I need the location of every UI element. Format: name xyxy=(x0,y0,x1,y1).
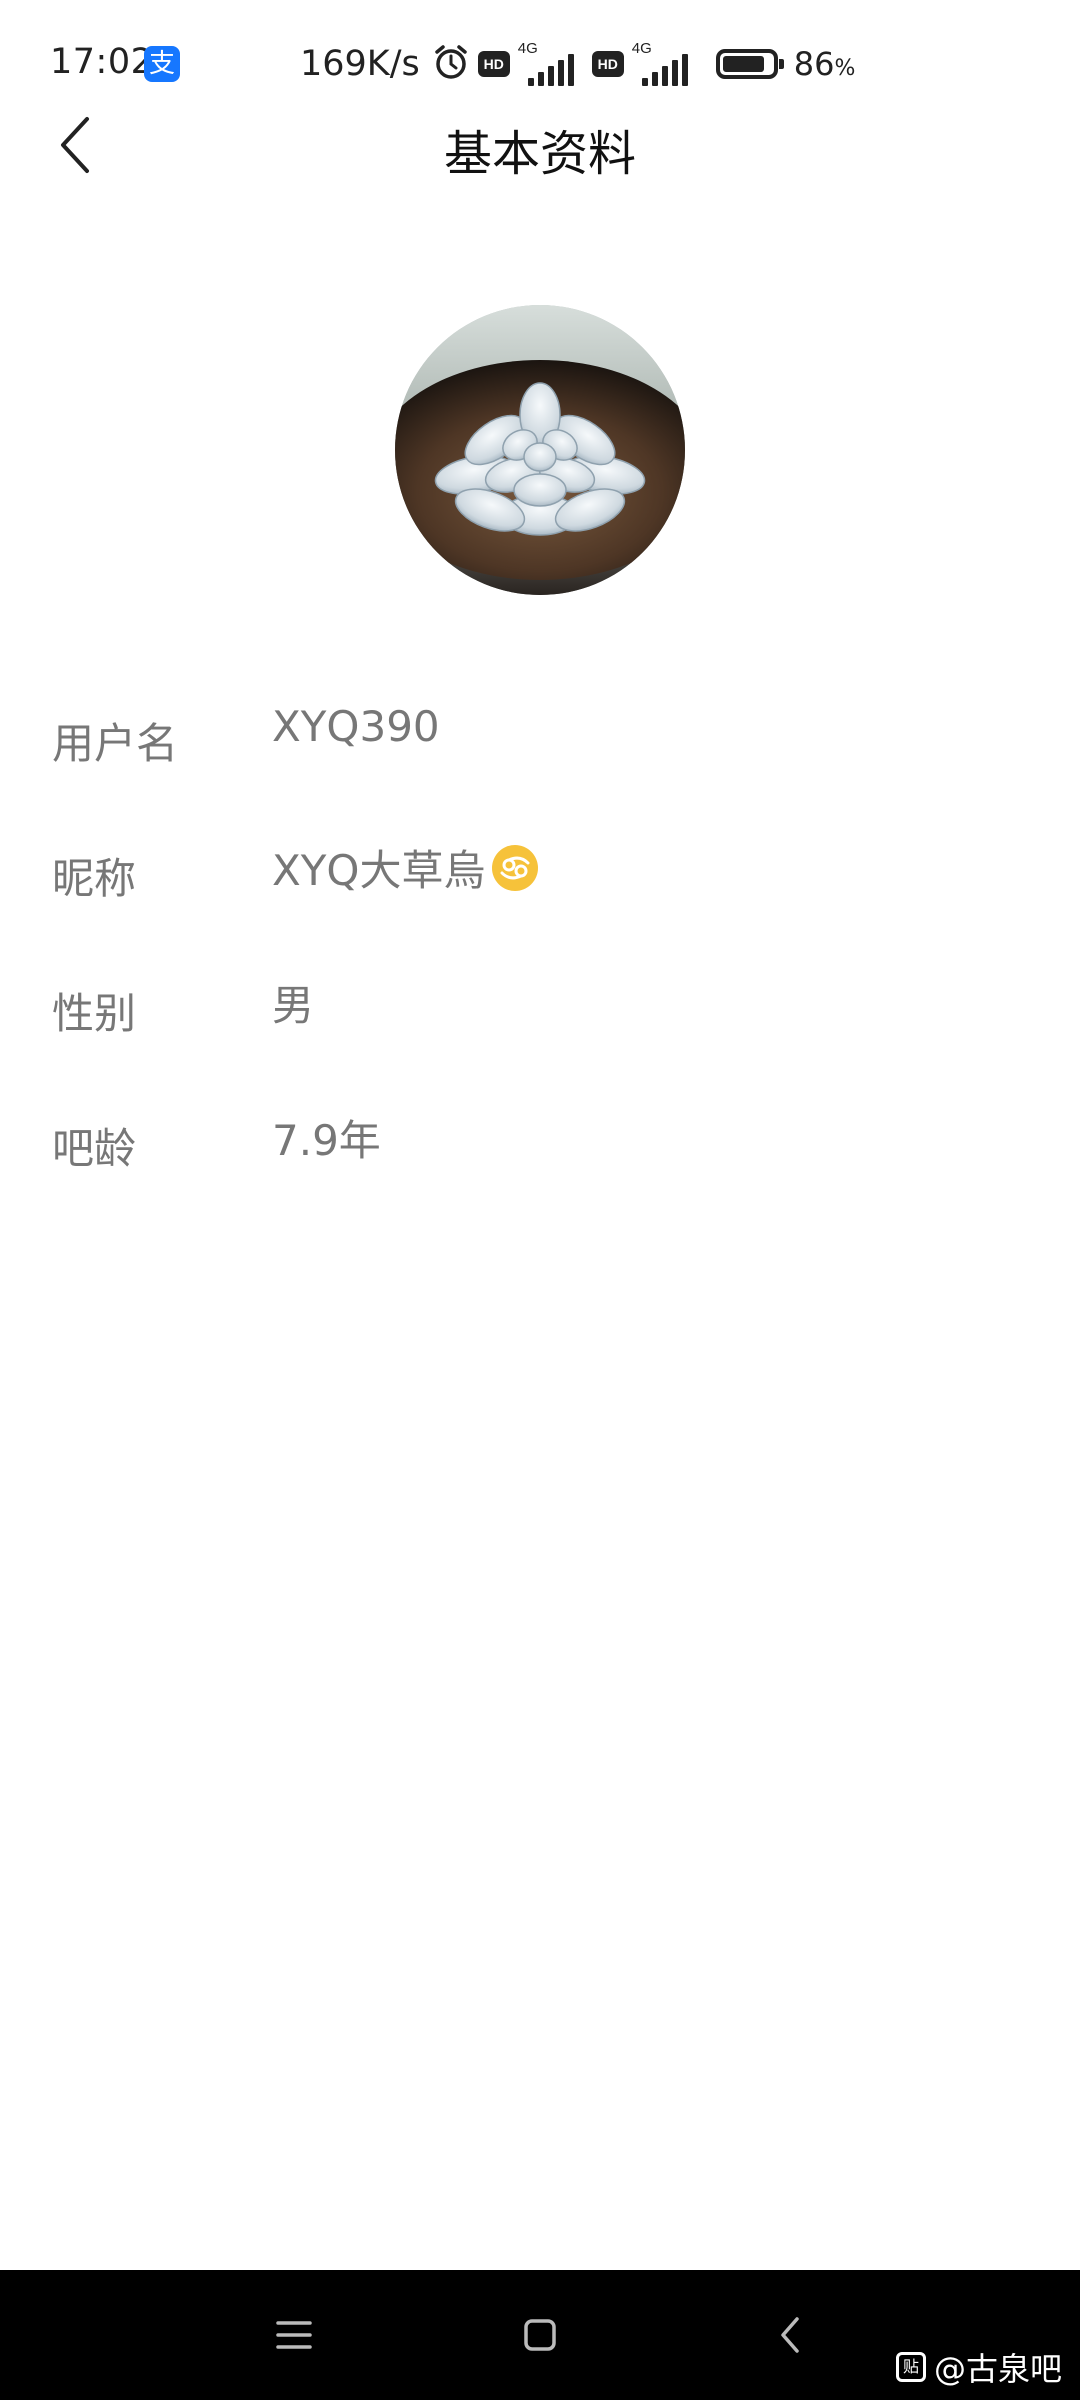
username-row: 用户名 XYQ390 xyxy=(0,690,1080,825)
system-nav-bar: 贴 @古泉吧 xyxy=(0,2270,1080,2400)
forum-age-value: 7.9年 xyxy=(272,1116,381,1165)
forum-age-label: 吧龄 xyxy=(52,1124,137,1173)
page-title: 基本资料 xyxy=(443,126,636,182)
username-label: 用户名 xyxy=(52,719,179,768)
network-speed: 169K/s xyxy=(300,44,420,84)
watermark-text: @古泉吧 xyxy=(933,2350,1062,2388)
succulent-photo xyxy=(395,305,685,595)
system-back-button[interactable] xyxy=(760,2305,820,2365)
hd-voice-icon: HD xyxy=(477,51,510,77)
menu-button[interactable] xyxy=(264,2305,324,2365)
header: 基本资料 xyxy=(0,100,1080,190)
battery-percent: 86% xyxy=(793,45,856,83)
cancer-zodiac-icon xyxy=(491,844,538,891)
alarm-clock-icon xyxy=(432,43,470,85)
gender-row: 性别 男 xyxy=(0,960,1080,1095)
gender-value: 男 xyxy=(272,981,315,1030)
battery-icon xyxy=(715,49,784,79)
profile-info: 用户名 XYQ390 昵称 XYQ大草烏 性别 男 吧龄 7.9年 xyxy=(0,690,1080,1230)
watermark: 贴 @古泉吧 xyxy=(895,2344,1062,2390)
hd-voice-icon: HD xyxy=(591,51,624,77)
gender-label: 性别 xyxy=(52,989,137,1038)
forum-age-row: 吧龄 7.9年 xyxy=(0,1095,1080,1230)
nickname-value: XYQ大草烏 xyxy=(272,846,486,895)
avatar[interactable] xyxy=(395,305,685,595)
signal-icon: 4G xyxy=(518,40,584,86)
menu-icon xyxy=(276,2321,312,2349)
home-button[interactable] xyxy=(510,2305,570,2365)
nickname-value-group: XYQ大草烏 xyxy=(272,837,538,898)
status-indicators: 169K/s HD 4G HD 4G 86% xyxy=(300,36,855,92)
signal-icon: 4G xyxy=(632,40,698,86)
nickname-row: 昵称 XYQ大草烏 xyxy=(0,825,1080,960)
nickname-label: 昵称 xyxy=(52,854,137,903)
back-chevron-icon xyxy=(781,2317,799,2353)
username-value: XYQ390 xyxy=(272,702,440,751)
alipay-icon: 支 xyxy=(144,46,180,82)
home-square-icon xyxy=(524,2319,556,2351)
tieba-logo-icon: 贴 xyxy=(895,2352,926,2382)
status-time: 17:02 xyxy=(50,42,154,82)
